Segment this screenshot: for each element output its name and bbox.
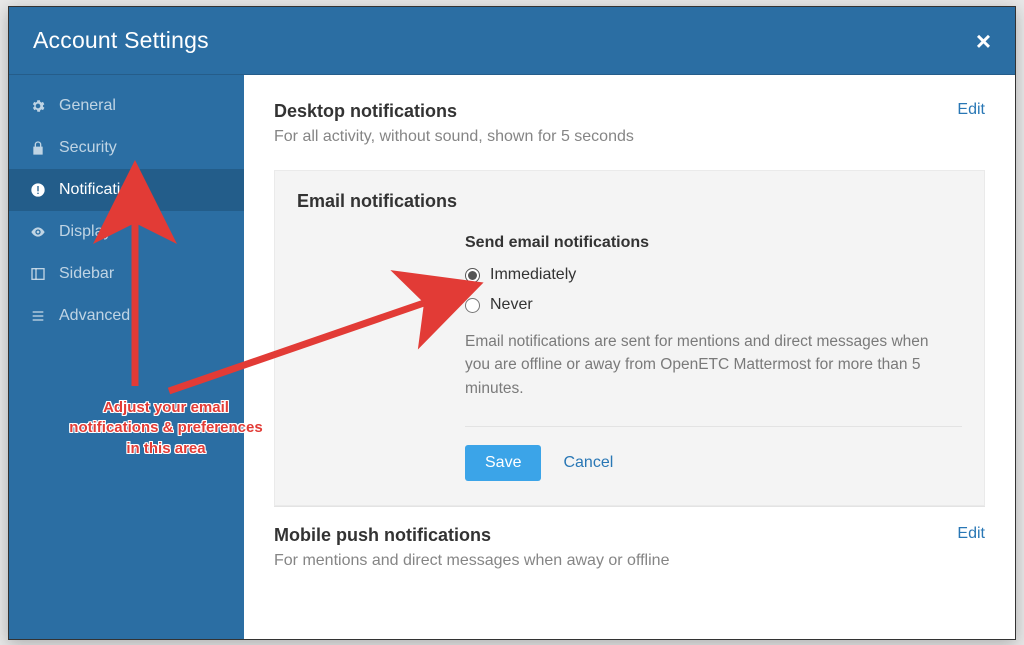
sidebar-item-security[interactable]: Security (9, 127, 244, 169)
sidebar-item-label: Display (59, 223, 111, 241)
eye-icon (29, 223, 47, 241)
section-title: Email notifications (297, 191, 962, 212)
sidebar-item-notifications[interactable]: Notifications (9, 169, 244, 211)
sidebar-item-display[interactable]: Display (9, 211, 244, 253)
section-mobile-notifications: Mobile push notifications For mentions a… (274, 506, 985, 570)
save-button[interactable]: Save (465, 445, 541, 481)
modal-header: Account Settings × (9, 7, 1015, 75)
modal-body: General Security Notifications Display (9, 75, 1015, 639)
sidebar-item-label: Sidebar (59, 265, 114, 283)
list-icon (29, 307, 47, 325)
email-field-block: Send email notifications Immediately Nev… (465, 234, 962, 481)
section-email-notifications: Email notifications Send email notificat… (274, 170, 985, 506)
section-desc: For mentions and direct messages when aw… (274, 552, 669, 570)
sidebar-item-label: Notifications (59, 181, 146, 199)
radio-input-never[interactable] (465, 298, 480, 313)
columns-icon (29, 265, 47, 283)
close-icon[interactable]: × (976, 28, 991, 54)
radio-label: Immediately (490, 266, 576, 284)
modal-title: Account Settings (33, 27, 209, 54)
sidebar-item-sidebar[interactable]: Sidebar (9, 253, 244, 295)
settings-content[interactable]: Desktop notifications For all activity, … (244, 75, 1015, 639)
section-title: Desktop notifications (274, 101, 634, 122)
help-text: Email notifications are sent for mention… (465, 330, 945, 400)
gear-icon (29, 97, 47, 115)
cancel-link[interactable]: Cancel (563, 454, 613, 472)
edit-link-desktop[interactable]: Edit (957, 101, 985, 119)
field-label: Send email notifications (465, 234, 962, 252)
account-settings-modal: Account Settings × General Security N (8, 6, 1016, 640)
section-desktop-notifications: Desktop notifications For all activity, … (274, 95, 985, 166)
sidebar-item-advanced[interactable]: Advanced (9, 295, 244, 337)
radio-input-immediately[interactable] (465, 268, 480, 283)
sidebar-item-label: Advanced (59, 307, 130, 325)
edit-link-mobile[interactable]: Edit (957, 525, 985, 543)
sidebar-item-label: General (59, 97, 116, 115)
sidebar-item-label: Security (59, 139, 117, 157)
section-desc: For all activity, without sound, shown f… (274, 128, 634, 146)
radio-label: Never (490, 296, 533, 314)
divider (465, 426, 962, 427)
sidebar-item-general[interactable]: General (9, 85, 244, 127)
settings-sidebar: General Security Notifications Display (9, 75, 244, 639)
alert-icon (29, 181, 47, 199)
action-row: Save Cancel (465, 445, 962, 481)
radio-option-never[interactable]: Never (465, 296, 962, 314)
lock-icon (29, 139, 47, 157)
radio-option-immediately[interactable]: Immediately (465, 266, 962, 284)
section-title: Mobile push notifications (274, 525, 669, 546)
